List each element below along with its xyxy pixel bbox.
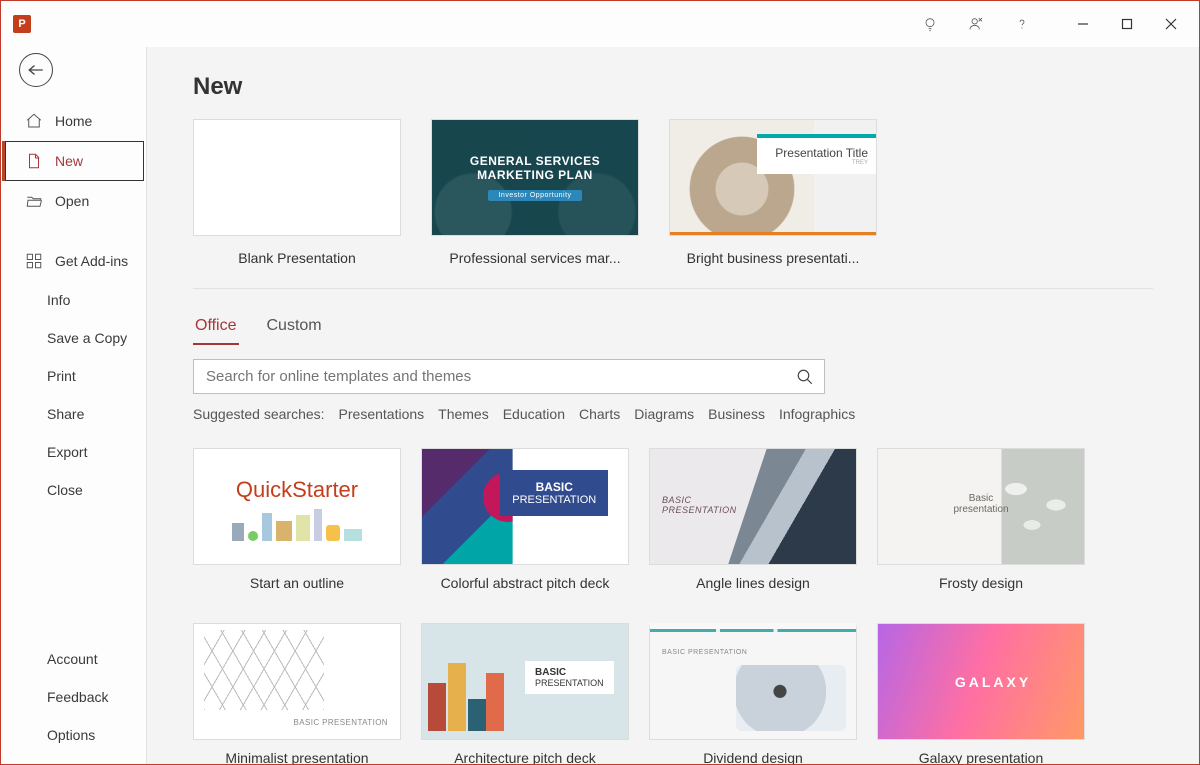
coming-soon-icon[interactable]: [953, 1, 999, 47]
search-input[interactable]: [204, 367, 796, 386]
sidebar-item-account[interactable]: Account: [1, 640, 146, 678]
suggested-label: Suggested searches:: [193, 406, 325, 422]
title-right: [907, 1, 1193, 47]
template-label: Bright business presentati...: [669, 250, 877, 266]
sidebar-item-export[interactable]: Export: [1, 433, 146, 471]
sidebar-secondary-group: Get Add-ins Info Save a Copy Print Share…: [1, 241, 146, 509]
tab-office[interactable]: Office: [193, 313, 239, 345]
sidebar-item-get-addins[interactable]: Get Add-ins: [1, 241, 146, 281]
sidebar-item-info[interactable]: Info: [1, 281, 146, 319]
title-left: [13, 15, 31, 33]
template-colorful-abstract[interactable]: BASICPRESENTATION Colorful abstract pitc…: [421, 448, 629, 591]
app-window: Home New Open Get Add-ins Info Save: [0, 0, 1200, 765]
sidebar-item-home[interactable]: Home: [1, 101, 146, 141]
sidebar-item-options[interactable]: Options: [1, 716, 146, 754]
template-thumb: [193, 119, 401, 236]
title-bar: [1, 1, 1199, 47]
template-label: Professional services mar...: [431, 250, 639, 266]
template-label: Minimalist presentation: [193, 750, 401, 764]
template-angle-lines[interactable]: BASICPRESENTATION Angle lines design: [649, 448, 857, 591]
close-button[interactable]: [1149, 8, 1193, 40]
addins-icon: [25, 252, 43, 270]
template-label: Architecture pitch deck: [421, 750, 629, 764]
template-blank-presentation[interactable]: Blank Presentation: [193, 119, 401, 266]
template-thumb: GENERAL SERVICES MARKETING PLAN Investor…: [431, 119, 639, 236]
sidebar-item-share[interactable]: Share: [1, 395, 146, 433]
template-label: Blank Presentation: [193, 250, 401, 266]
sidebar-item-new[interactable]: New: [5, 141, 144, 181]
body: Home New Open Get Add-ins Info Save: [1, 47, 1199, 764]
featured-templates-row: Blank Presentation GENERAL SERVICES MARK…: [193, 119, 1153, 289]
sidebar-item-close[interactable]: Close: [1, 471, 146, 509]
sidebar-item-label: New: [55, 153, 83, 169]
template-grid: QuickStarter Start an outline BASICPRESE…: [193, 448, 1153, 764]
suggested-themes[interactable]: Themes: [438, 406, 489, 422]
minimize-button[interactable]: [1061, 8, 1105, 40]
sidebar-bottom-group: Account Feedback Options: [1, 640, 146, 764]
document-icon: [25, 152, 43, 170]
home-icon: [25, 112, 43, 130]
suggested-presentations[interactable]: Presentations: [339, 406, 425, 422]
suggested-education[interactable]: Education: [503, 406, 565, 422]
template-thumb: QuickStarter: [193, 448, 401, 565]
template-thumb: Presentation Title TREY: [669, 119, 877, 236]
template-label: Start an outline: [193, 575, 401, 591]
search-icon[interactable]: [796, 368, 814, 386]
back-button[interactable]: [19, 53, 53, 87]
template-thumb: BASIC PRESENTATION: [649, 623, 857, 740]
template-label: Colorful abstract pitch deck: [421, 575, 629, 591]
template-professional-services[interactable]: GENERAL SERVICES MARKETING PLAN Investor…: [431, 119, 639, 266]
tab-custom[interactable]: Custom: [265, 313, 324, 345]
template-thumb: GALAXY: [877, 623, 1085, 740]
template-start-an-outline[interactable]: QuickStarter Start an outline: [193, 448, 401, 591]
template-thumb: BASICPRESENTATION: [421, 448, 629, 565]
sidebar-primary-group: Home New Open: [1, 101, 146, 221]
sidebar-item-save-a-copy[interactable]: Save a Copy: [1, 319, 146, 357]
suggested-diagrams[interactable]: Diagrams: [634, 406, 694, 422]
template-minimalist[interactable]: BASIC PRESENTATION Minimalist presentati…: [193, 623, 401, 764]
sidebar-item-open[interactable]: Open: [1, 181, 146, 221]
search-box[interactable]: [193, 359, 825, 394]
suggested-infographics[interactable]: Infographics: [779, 406, 855, 422]
template-galaxy[interactable]: GALAXY Galaxy presentation: [877, 623, 1085, 764]
sidebar-item-print[interactable]: Print: [1, 357, 146, 395]
main-scroll[interactable]: New Blank Presentation GENERAL SERVICES …: [147, 47, 1199, 764]
template-dividend[interactable]: BASIC PRESENTATION Dividend design: [649, 623, 857, 764]
suggested-business[interactable]: Business: [708, 406, 765, 422]
template-thumb: Basicpresentation: [877, 448, 1085, 565]
suggested-searches: Suggested searches: Presentations Themes…: [193, 406, 1153, 422]
template-architecture[interactable]: BASICPRESENTATION Architecture pitch dec…: [421, 623, 629, 764]
restore-button[interactable]: [1105, 8, 1149, 40]
template-label: Dividend design: [649, 750, 857, 764]
main-panel: New Blank Presentation GENERAL SERVICES …: [146, 47, 1199, 764]
folder-open-icon: [25, 192, 43, 210]
sidebar-item-label: Home: [55, 113, 92, 129]
page-title: New: [193, 73, 1153, 101]
backstage-sidebar: Home New Open Get Add-ins Info Save: [1, 47, 146, 764]
template-label: Frosty design: [877, 575, 1085, 591]
search-row: [193, 359, 1153, 394]
tips-icon[interactable]: [907, 1, 953, 47]
template-label: Angle lines design: [649, 575, 857, 591]
template-label: Galaxy presentation: [877, 750, 1085, 764]
template-bright-business[interactable]: Presentation Title TREY Bright business …: [669, 119, 877, 266]
sidebar-item-label: Open: [55, 193, 89, 209]
suggested-charts[interactable]: Charts: [579, 406, 620, 422]
sidebar-item-label: Get Add-ins: [55, 253, 128, 269]
powerpoint-app-icon: [13, 15, 31, 33]
template-thumb: BASICPRESENTATION: [649, 448, 857, 565]
template-thumb: BASICPRESENTATION: [421, 623, 629, 740]
help-icon[interactable]: [999, 1, 1045, 47]
sidebar-item-feedback[interactable]: Feedback: [1, 678, 146, 716]
template-source-tabs: Office Custom: [193, 313, 1153, 345]
template-thumb: BASIC PRESENTATION: [193, 623, 401, 740]
template-frosty[interactable]: Basicpresentation Frosty design: [877, 448, 1085, 591]
